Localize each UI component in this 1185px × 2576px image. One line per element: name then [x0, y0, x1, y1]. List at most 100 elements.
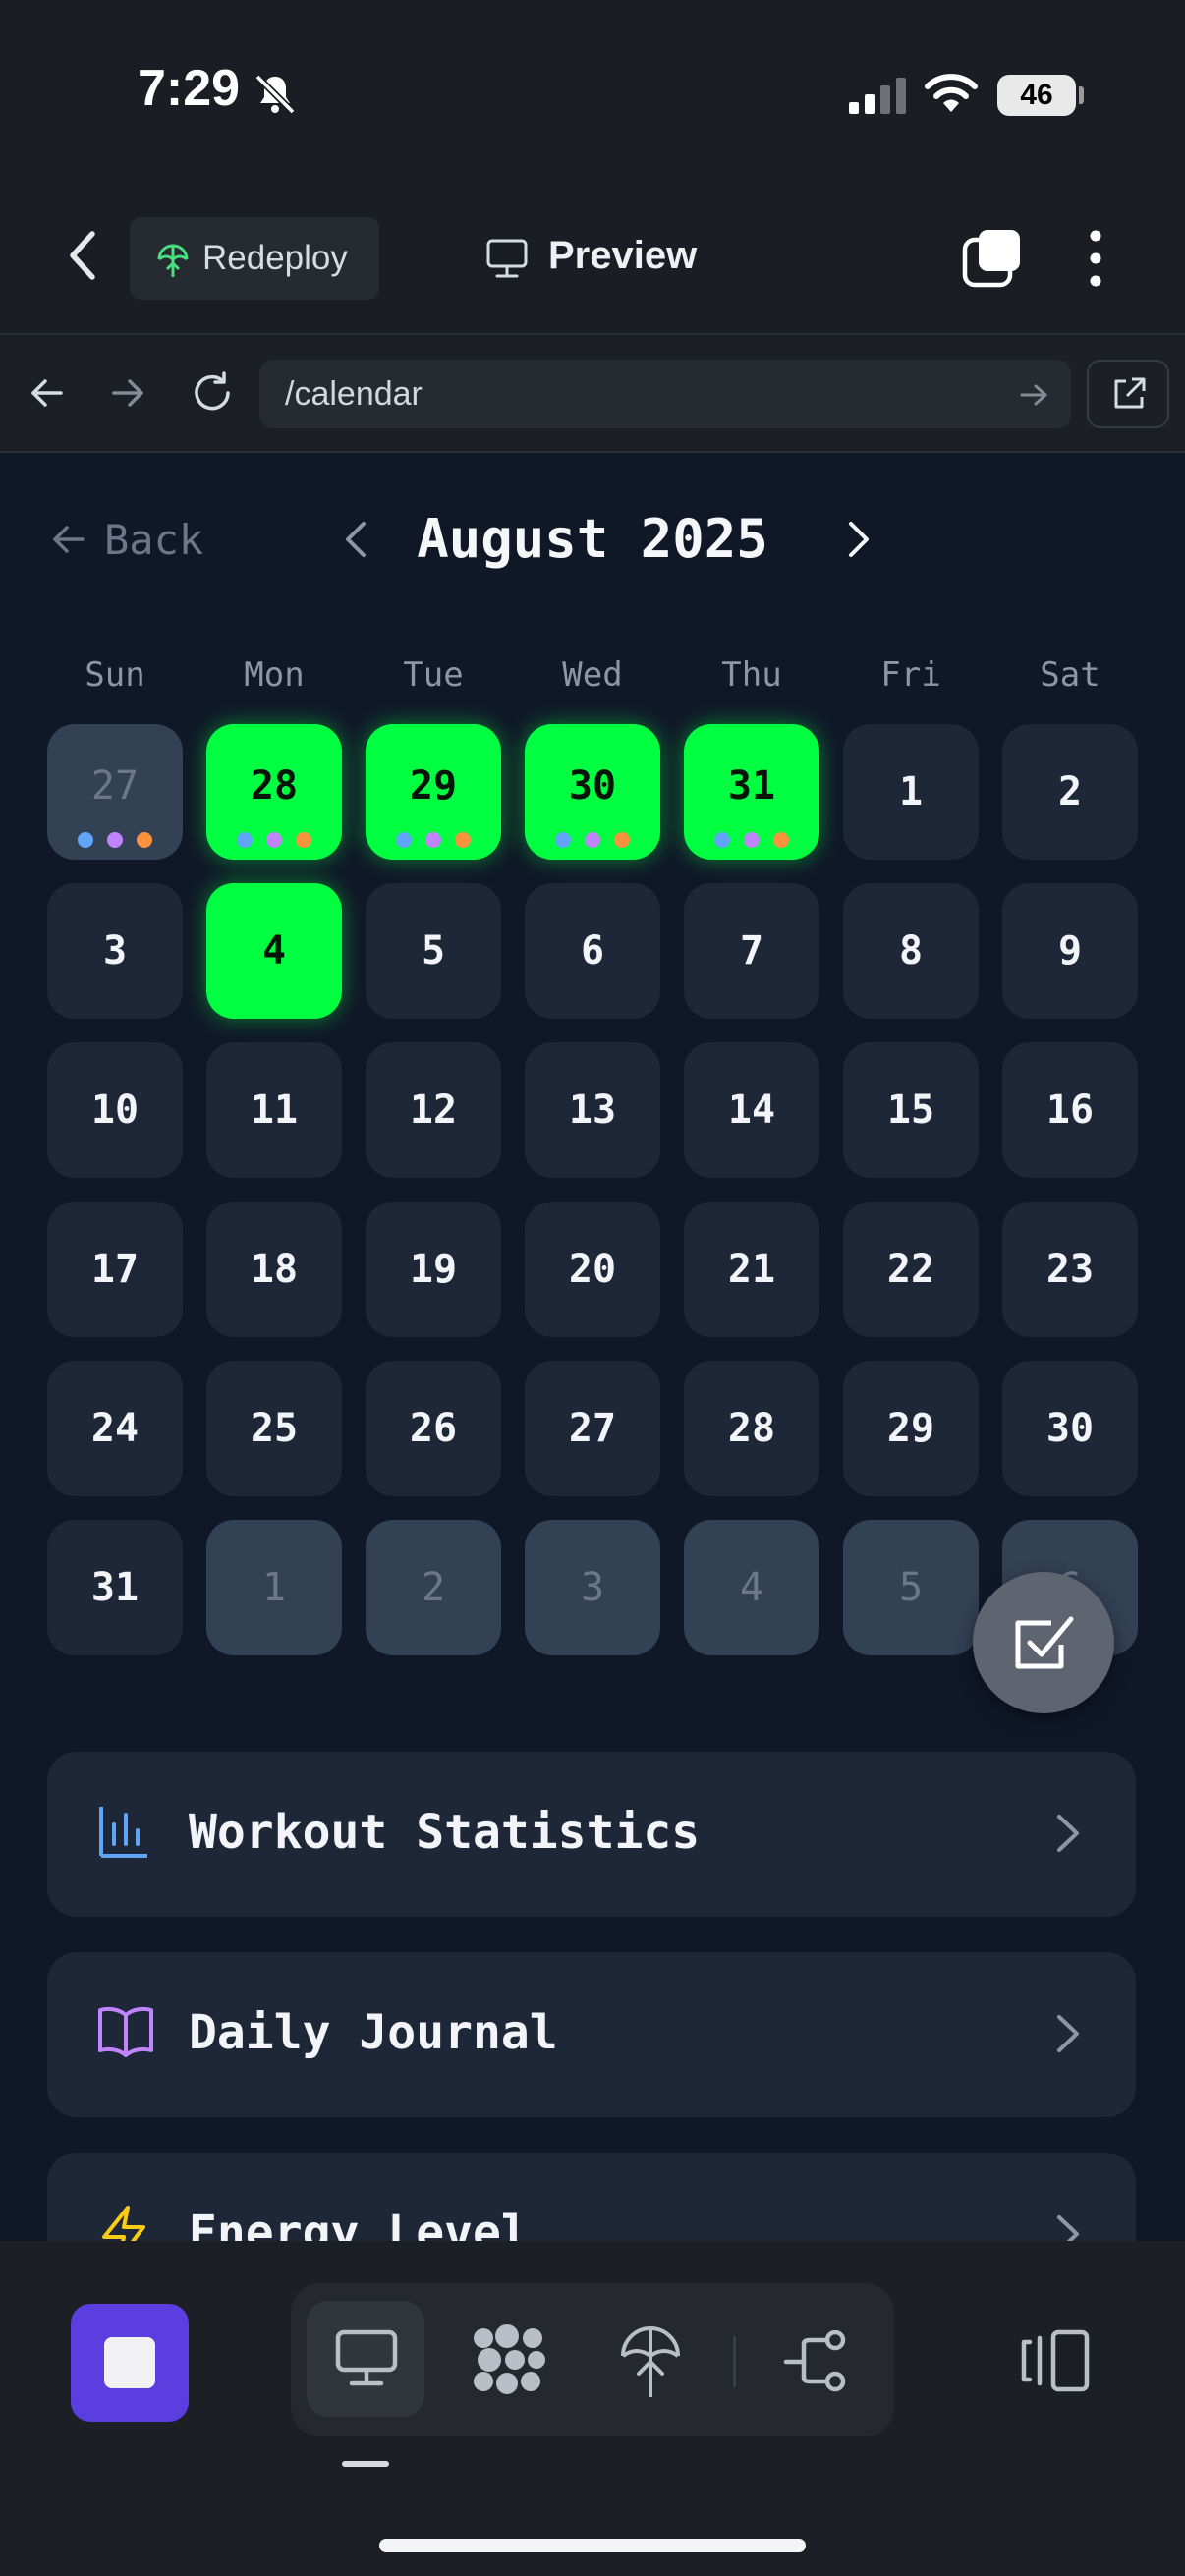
preview-label[interactable]: Preview	[548, 234, 697, 278]
bar-chart-icon	[99, 1807, 147, 1858]
battery-tip	[1079, 86, 1084, 104]
calendar-day[interactable]: 29	[843, 1361, 979, 1496]
calendar-day[interactable]: 23	[1002, 1202, 1138, 1337]
calendar-day[interactable]: 5	[366, 883, 501, 1019]
calendar-day[interactable]: 10	[47, 1042, 183, 1178]
active-tab-indicator	[342, 2461, 389, 2467]
chevron-right-icon[interactable]	[841, 518, 876, 561]
calendar-day[interactable]: 27	[525, 1361, 660, 1496]
weekday-label: Mon	[244, 655, 305, 695]
git-branch-icon[interactable]	[782, 2330, 853, 2393]
status-time: 7:29	[138, 60, 241, 117]
activity-dot	[614, 832, 630, 848]
day-number: 24	[90, 1406, 140, 1451]
activity-dot	[455, 832, 471, 848]
reload-icon[interactable]	[189, 369, 236, 417]
url-text[interactable]: /calendar	[285, 375, 423, 414]
day-number: 3	[580, 1565, 605, 1610]
day-number: 21	[727, 1247, 776, 1292]
day-number: 11	[250, 1088, 299, 1133]
activity-dots	[366, 827, 501, 848]
go-arrow-icon[interactable]	[1018, 379, 1049, 411]
calendar-day[interactable]: 4	[206, 883, 342, 1019]
activity-dot	[266, 832, 282, 848]
day-number: 16	[1045, 1088, 1095, 1133]
deploy-globe-icon[interactable]	[619, 2324, 682, 2399]
calendar-day[interactable]: 2	[1002, 724, 1138, 860]
calendar-day[interactable]: 3	[47, 883, 183, 1019]
calendar-day[interactable]: 19	[366, 1202, 501, 1337]
calendar-day[interactable]: 24	[47, 1361, 183, 1496]
calendar-day[interactable]: 31	[684, 724, 819, 860]
divider	[733, 2336, 736, 2387]
calendar-day[interactable]: 26	[366, 1361, 501, 1496]
weekday-label: Sat	[1040, 655, 1100, 695]
calendar-day[interactable]: 30	[525, 724, 660, 860]
back-chevron-icon[interactable]	[59, 226, 108, 285]
daily-journal-card[interactable]: Daily Journal	[47, 1952, 1136, 2117]
calendar-day[interactable]: 16	[1002, 1042, 1138, 1178]
calendar-day[interactable]: 22	[843, 1202, 979, 1337]
weekday-label: Sun	[85, 655, 145, 695]
chevron-right-icon	[1057, 2215, 1079, 2241]
workspace-grid-icon[interactable]	[470, 2324, 548, 2395]
calendar-day[interactable]: 11	[206, 1042, 342, 1178]
activity-dots	[47, 827, 183, 848]
calendar-day[interactable]: 31	[47, 1520, 183, 1655]
calendar-day[interactable]: 21	[684, 1202, 819, 1337]
day-number: 12	[409, 1088, 458, 1133]
tabs-icon[interactable]	[961, 228, 1024, 291]
calendar-day[interactable]: 15	[843, 1042, 979, 1178]
activity-dot	[585, 832, 600, 848]
calendar-day[interactable]: 6	[525, 883, 660, 1019]
calendar-day[interactable]: 28	[684, 1361, 819, 1496]
panel-toggle-icon[interactable]	[1018, 2328, 1093, 2393]
calendar-day[interactable]: 29	[366, 724, 501, 860]
open-external-button[interactable]	[1087, 360, 1169, 428]
day-number: 17	[90, 1247, 140, 1292]
monitor-icon[interactable]	[485, 238, 529, 279]
activity-dots	[525, 827, 660, 848]
day-number: 23	[1045, 1247, 1095, 1292]
workout-statistics-card[interactable]: Workout Statistics	[47, 1752, 1136, 1917]
energy-level-card[interactable]: Energy Level	[47, 2153, 1136, 2241]
calendar-day[interactable]: 3	[525, 1520, 660, 1655]
day-number: 31	[727, 763, 776, 809]
check-square-icon	[1015, 1616, 1074, 1669]
more-vertical-icon[interactable]	[1081, 228, 1110, 289]
day-number: 6	[580, 928, 605, 974]
calendar-day[interactable]: 12	[366, 1042, 501, 1178]
calendar-day[interactable]: 9	[1002, 883, 1138, 1019]
calendar-day[interactable]: 25	[206, 1361, 342, 1496]
day-number: 18	[250, 1247, 299, 1292]
calendar-day[interactable]: 13	[525, 1042, 660, 1178]
calendar-day[interactable]: 4	[684, 1520, 819, 1655]
arrow-right-icon[interactable]	[108, 373, 147, 413]
card-title: Daily Journal	[189, 2005, 558, 2060]
calendar-day[interactable]: 20	[525, 1202, 660, 1337]
day-number: 10	[90, 1088, 140, 1133]
arrow-left-icon[interactable]	[28, 373, 67, 413]
activity-dot	[555, 832, 571, 848]
calendar-day[interactable]: 18	[206, 1202, 342, 1337]
calendar-day[interactable]: 28	[206, 724, 342, 860]
redeploy-label: Redeploy	[202, 239, 348, 277]
calendar-day[interactable]: 1	[206, 1520, 342, 1655]
activity-dot	[296, 832, 311, 848]
book-open-icon	[98, 2006, 153, 2057]
calendar-day[interactable]: 14	[684, 1042, 819, 1178]
card-title: Energy Level	[189, 2206, 530, 2241]
activity-dot	[425, 832, 441, 848]
calendar-day[interactable]: 7	[684, 883, 819, 1019]
home-indicator	[379, 2539, 806, 2552]
calendar-day[interactable]: 2	[366, 1520, 501, 1655]
calendar-day[interactable]: 1	[843, 724, 979, 860]
calendar-day[interactable]: 30	[1002, 1361, 1138, 1496]
calendar-day[interactable]: 27	[47, 724, 183, 860]
day-number: 14	[727, 1088, 776, 1133]
day-number: 1	[898, 769, 924, 814]
calendar-day[interactable]: 8	[843, 883, 979, 1019]
calendar-day[interactable]: 17	[47, 1202, 183, 1337]
checklist-fab[interactable]	[973, 1572, 1114, 1713]
calendar-day[interactable]: 5	[843, 1520, 979, 1655]
